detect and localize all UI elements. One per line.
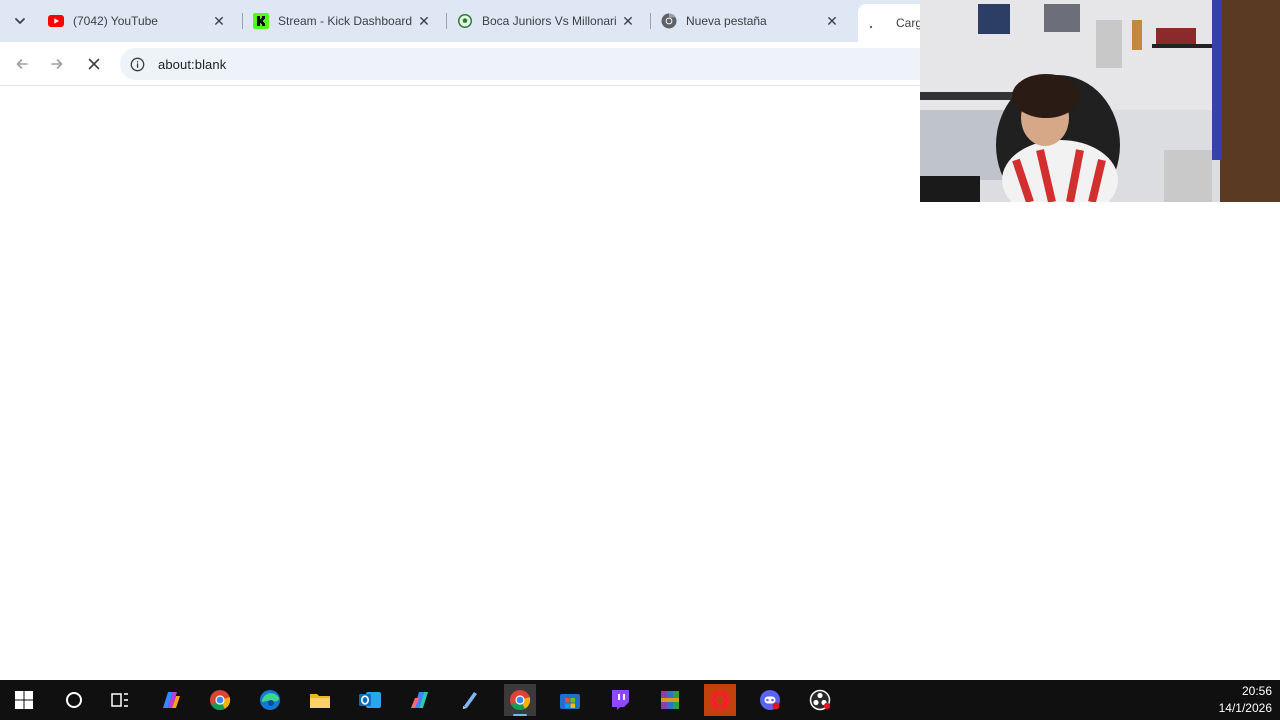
webcam-feed-image: [920, 0, 1280, 202]
file-explorer-icon: [310, 694, 330, 708]
discord-icon: [760, 690, 780, 710]
file-explorer-button[interactable]: [304, 684, 336, 716]
kick-icon: [253, 13, 269, 29]
obs-icon: [809, 689, 831, 711]
tab-boca-juniors[interactable]: Boca Juniors Vs Millonari ✕: [447, 6, 647, 36]
winrar-icon: [661, 691, 679, 709]
webcam-overlay: [920, 0, 1280, 202]
address-bar-url: about:blank: [158, 56, 227, 72]
close-tab-icon[interactable]: ✕: [619, 12, 637, 30]
system-clock[interactable]: 20:56 14/1/2026: [1192, 683, 1272, 717]
app-button[interactable]: [454, 684, 486, 716]
back-button[interactable]: [9, 51, 35, 77]
tab-youtube[interactable]: (7042) YouTube ✕: [38, 6, 238, 36]
tab-title: Nueva pestaña: [686, 14, 767, 28]
twitch-button[interactable]: [604, 684, 636, 716]
taskbar-search-button[interactable]: [58, 684, 90, 716]
forward-arrow-icon: [51, 59, 63, 69]
microsoft-store-button[interactable]: [554, 684, 586, 716]
outlook-icon: [359, 692, 381, 708]
tab-title: Boca Juniors Vs Millonari: [482, 14, 617, 28]
tab-nueva-pestana[interactable]: Nueva pestaña ✕: [651, 6, 851, 36]
active-indicator: [513, 714, 527, 716]
edge-icon: [260, 690, 280, 710]
twitch-icon: [612, 690, 629, 710]
task-view-icon: [111, 693, 128, 707]
start-button[interactable]: [8, 684, 40, 716]
start-icon: [15, 691, 33, 709]
close-tab-icon[interactable]: ✕: [210, 12, 228, 30]
outlook-button[interactable]: [354, 684, 386, 716]
youtube-icon: [48, 13, 64, 29]
screen: (7042) YouTube ✕ Stream - Kick Dashboard…: [0, 0, 1280, 720]
opera-button[interactable]: [704, 684, 736, 716]
stop-loading-icon: [88, 58, 100, 70]
edge-button[interactable]: [254, 684, 286, 716]
tab-title: (7042) YouTube: [73, 14, 158, 28]
m365-copilot-button[interactable]: [404, 684, 436, 716]
m365-copilot-icon: [411, 692, 428, 708]
chrome-active-icon: [510, 690, 531, 711]
close-tab-icon[interactable]: ✕: [415, 12, 433, 30]
clock-time: 20:56: [1241, 684, 1272, 698]
tab-search-button[interactable]: [8, 9, 32, 33]
soccer-ball-icon: [457, 13, 473, 29]
chevron-down-icon: [15, 18, 25, 24]
info-icon[interactable]: [128, 55, 146, 73]
clock-date: 14/1/2026: [1218, 701, 1272, 715]
task-view-button[interactable]: [104, 684, 136, 716]
stop-loading-button[interactable]: [81, 51, 107, 77]
tab-kick-dashboard[interactable]: Stream - Kick Dashboard ✕: [243, 6, 443, 36]
windows-taskbar: 20:56 14/1/2026: [0, 680, 1280, 720]
discord-button[interactable]: [754, 684, 786, 716]
copilot-icon: [163, 692, 180, 708]
copilot-button[interactable]: [154, 684, 186, 716]
chrome-icon: [661, 13, 677, 29]
tab-title: Stream - Kick Dashboard: [278, 14, 413, 28]
microsoft-store-icon: [560, 694, 580, 709]
obs-button[interactable]: [804, 684, 836, 716]
chrome-taskbar-button[interactable]: [204, 684, 236, 716]
chrome-icon: [210, 690, 231, 711]
close-tab-icon[interactable]: ✕: [823, 12, 841, 30]
opera-icon: [711, 690, 729, 710]
search-icon: [66, 692, 82, 708]
winrar-button[interactable]: [654, 684, 686, 716]
forward-button[interactable]: [44, 51, 70, 77]
chrome-active-taskbar-button[interactable]: [504, 684, 536, 716]
loading-spinner-icon: [868, 15, 882, 31]
back-arrow-icon: [16, 59, 28, 69]
app-icon: [463, 692, 477, 709]
tab-active-loading[interactable]: Carga: [858, 4, 928, 42]
